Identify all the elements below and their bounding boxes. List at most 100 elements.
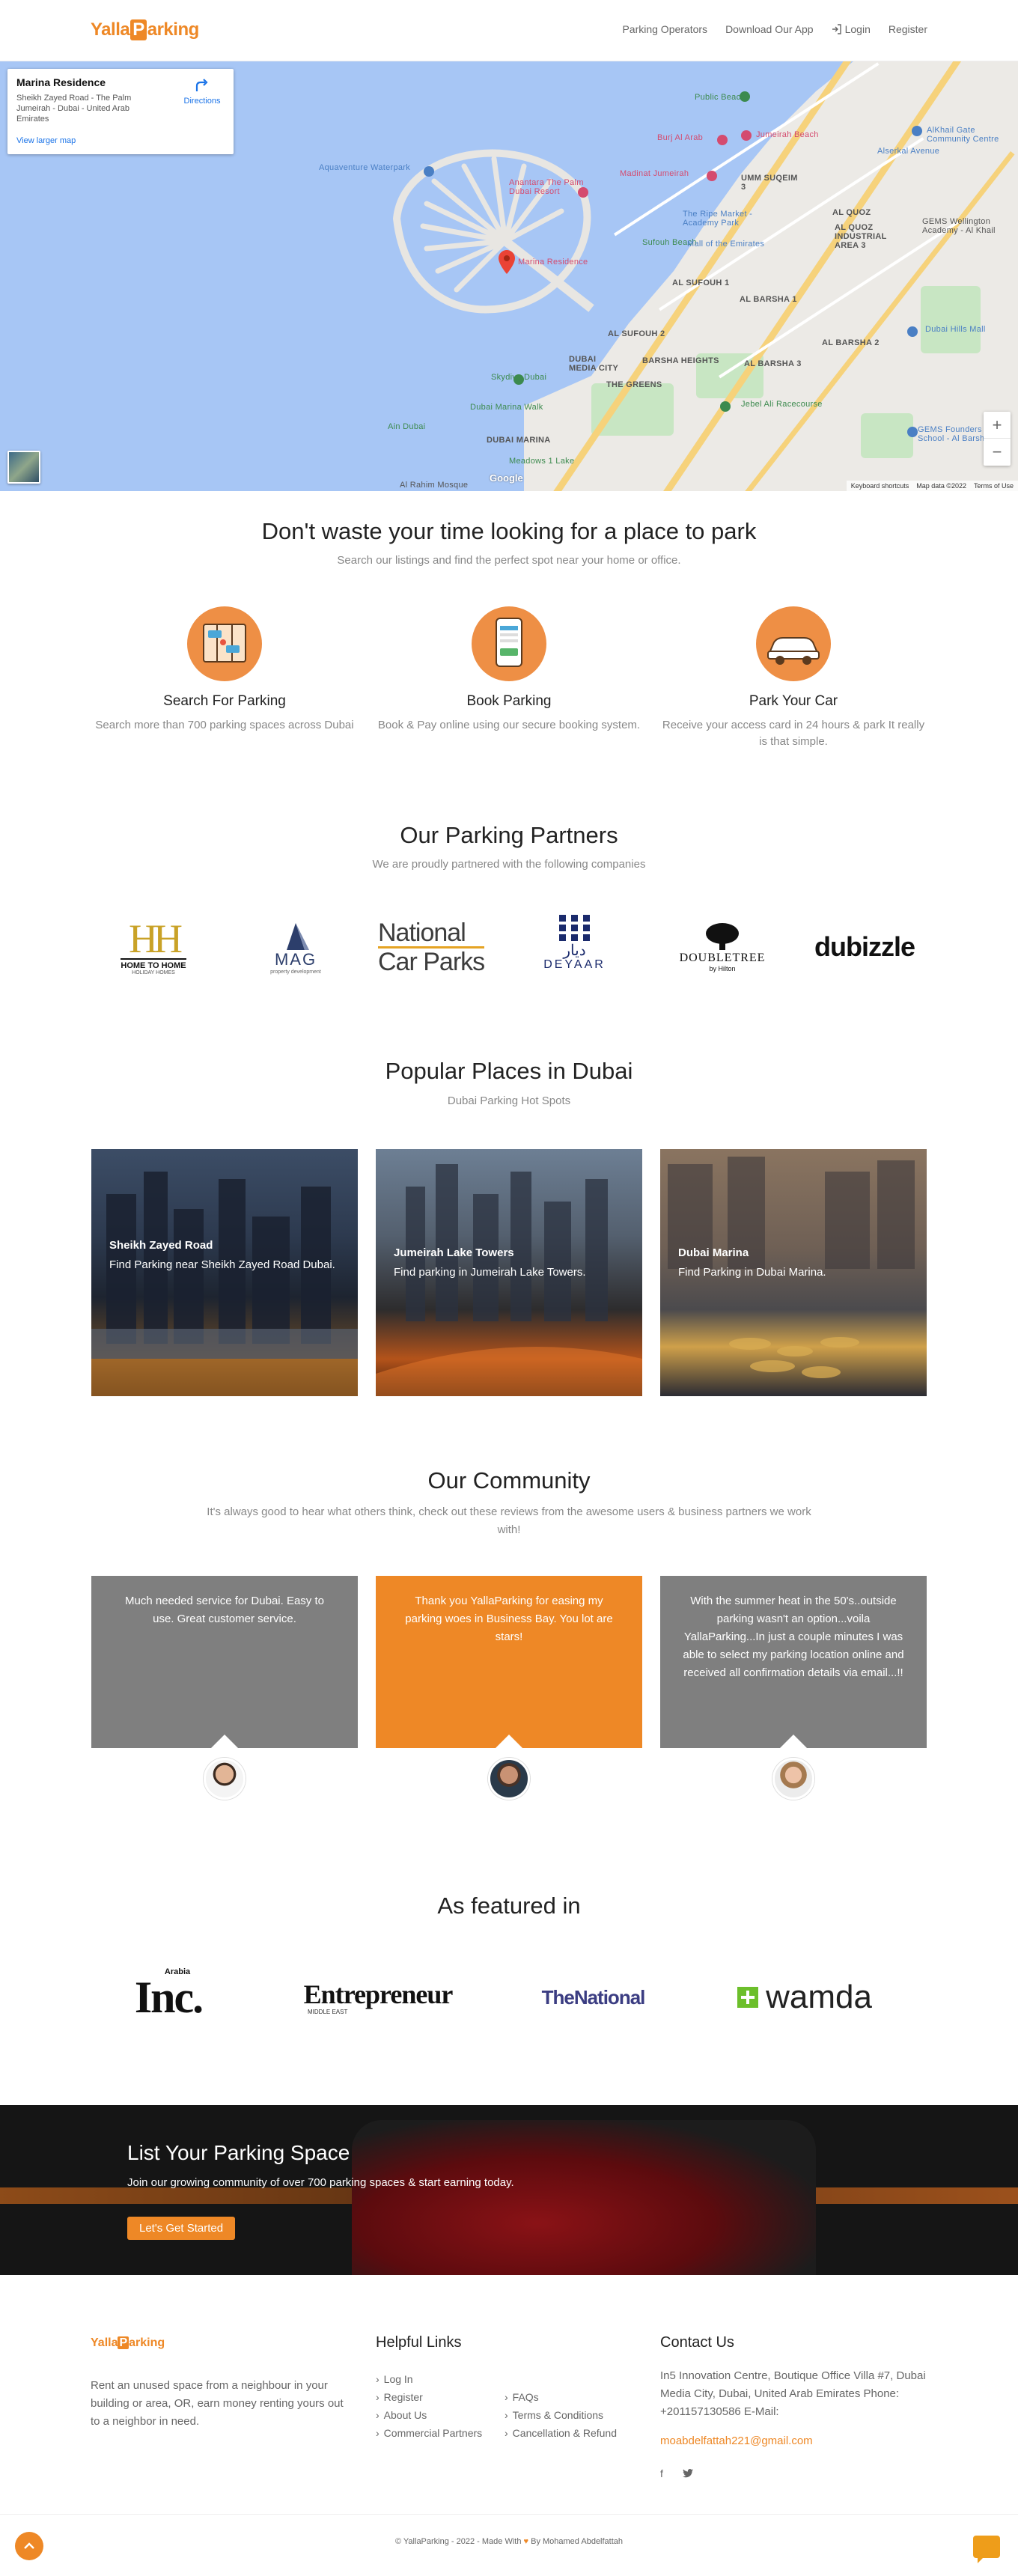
nav-register[interactable]: Register [889,23,927,35]
footer-link-faqs[interactable]: › FAQs [505,2388,617,2406]
arrow-icon: › [505,2409,508,2421]
nav-download-app[interactable]: Download Our App [725,23,814,35]
poi-pin[interactable] [741,130,752,141]
footer-link-terms[interactable]: › Terms & Conditions [505,2406,617,2424]
poi-pin[interactable] [707,171,717,181]
footer-link-label: Terms & Conditions [512,2409,604,2421]
poi-pin[interactable] [907,427,918,437]
location-map[interactable]: Public Beach Burj Al Arab Jumeirah Beach… [0,61,1018,491]
heart-icon: ♥ [523,2537,529,2546]
featured-logo-wamda: wamda [730,1967,880,2027]
zoom-out-button[interactable]: − [984,439,1011,466]
map-label: Ain Dubai [388,422,426,431]
place-card-dubai-marina[interactable]: Dubai Marina Find Parking in Dubai Marin… [660,1149,927,1396]
hero-title: Don't waste your time looking for a plac… [261,518,757,544]
poi-pin[interactable] [424,166,434,177]
directions-button[interactable]: Directions [180,78,225,106]
location-pin-icon[interactable] [499,250,515,274]
footer-link-label: FAQs [512,2391,539,2403]
poi-pin[interactable] [578,187,588,198]
map-label: Jumeirah Beach [756,130,819,139]
review-notch [211,1735,238,1748]
place-card-overlay: Jumeirah Lake Towers Find parking in Jum… [394,1246,624,1282]
arrow-icon: › [376,2409,380,2421]
map-label: Mall of the Emirates [687,240,765,249]
get-started-button[interactable]: Let's Get Started [127,2217,236,2240]
poi-pin[interactable] [740,91,750,102]
footer-link-register[interactable]: › Register [376,2388,482,2406]
hero-subtitle: Search our listings and find the perfect… [337,554,681,567]
google-logo: Google [490,472,523,484]
map-label: DUBAI MARINA [487,436,551,445]
footer-link-login[interactable]: › Log In [376,2370,482,2388]
copyright-author: By Mohamed Abdelfattah [531,2537,624,2546]
featured-logo-inc: Arabia Inc. [105,1967,232,2027]
partner-logo-mag: MAG property development [254,913,337,981]
featured-logo-entrepreneur-name: Entrepreneur [303,1979,454,2009]
twitter-icon[interactable] [683,2469,693,2478]
scroll-to-top-button[interactable] [15,2532,43,2560]
arrow-icon: › [505,2427,508,2439]
avatar [204,1758,246,1800]
featured-logo-the-national: TheNational [524,1967,662,2027]
view-larger-map-link[interactable]: View larger map [16,136,76,145]
arrow-icon: › [505,2391,508,2403]
footer-link-label: Commercial Partners [383,2427,483,2439]
map-label: AL SUFOUH 2 [608,329,665,338]
contact-email-link[interactable]: moabdelfattah221@gmail.com [660,2435,813,2447]
poi-pin[interactable] [720,401,731,412]
map-label: Madinat Jumeirah [620,169,689,178]
map-place-address: Sheikh Zayed Road - The Palm Jumeirah - … [16,94,132,124]
footer-logo[interactable]: Yalla Parking [91,2336,165,2350]
directions-label: Directions [183,97,221,106]
map-label: Meadows 1 Lake [509,457,575,466]
partners-subtitle: We are proudly partnered with the follow… [372,858,646,871]
list-parking-cta: List Your Parking Space Join our growing… [0,2105,1018,2275]
footer-link-about[interactable]: › About Us [376,2406,482,2424]
footer-link-commercial[interactable]: › Commercial Partners [376,2424,482,2442]
partner-logo-doubletree-name: DOUBLETREE [679,951,766,964]
map-label: Dubai Hills Mall [925,325,986,334]
avatar [488,1758,530,1800]
map-data-text: Map data ©2022 [916,482,966,490]
partner-logo-deyaar: ديار DEYAAR [524,909,625,976]
poi-pin[interactable] [717,135,728,145]
footer-link-label: Register [383,2391,423,2403]
place-card-jlt[interactable]: Jumeirah Lake Towers Find parking in Jum… [376,1149,642,1396]
partner-logo-ncp-line1: National [378,918,466,947]
terms-of-use-link[interactable]: Terms of Use [974,482,1014,490]
poi-pin[interactable] [912,126,922,136]
zoom-in-button[interactable]: + [984,412,1011,439]
partner-logo-home-to-home-name: HOME TO HOME [121,957,186,970]
map-attribution: Keyboard shortcuts Map data ©2022 Terms … [846,481,1018,491]
map-label: AL QUOZ [832,208,871,217]
keyboard-shortcuts-link[interactable]: Keyboard shortcuts [851,482,909,490]
chat-widget-button[interactable] [973,2536,1000,2563]
footer-link-label: About Us [383,2409,427,2421]
place-card-sheikh-zayed[interactable]: Sheikh Zayed Road Find Parking near Shei… [91,1149,358,1396]
nav-parking-operators[interactable]: Parking Operators [622,23,707,35]
poi-pin[interactable] [907,326,918,337]
map-label: AL BARSHA 3 [744,359,802,368]
community-title: Our Community [427,1467,591,1493]
map-label: Aquaventure Waterpark [319,163,411,172]
site-header: Yalla Parking Parking Operators Download … [0,0,1018,61]
nav-login[interactable]: Login [832,23,871,35]
review-card: Much needed service for Dubai. Easy to u… [91,1576,358,1748]
feature-title: Book Parking [466,693,552,709]
satellite-toggle[interactable] [7,451,40,484]
footer-bottom-bar: © YallaParking - 2022 - Made With ♥ By M… [0,2514,1018,2576]
footer-link-cancellation[interactable]: › Cancellation & Refund [505,2424,617,2442]
helpful-links-col1: › Log In › Register › About Us › Commercial … [376,2370,482,2442]
phone-booking-icon [472,606,546,681]
place-card-overlay: Dubai Marina Find Parking in Dubai Marin… [678,1246,909,1282]
partner-logo-home-to-home-mark: HH [129,916,183,961]
site-logo[interactable]: Yalla Parking [91,19,199,40]
deyaar-grid-icon [558,915,590,941]
partner-logo-mag-sub: property development [270,969,321,975]
facebook-icon[interactable]: f [660,2467,663,2479]
map-label: AL BARSHA 2 [822,338,880,347]
poi-pin[interactable] [513,374,524,385]
places-title: Popular Places in Dubai [385,1058,633,1084]
map-park [921,286,981,353]
